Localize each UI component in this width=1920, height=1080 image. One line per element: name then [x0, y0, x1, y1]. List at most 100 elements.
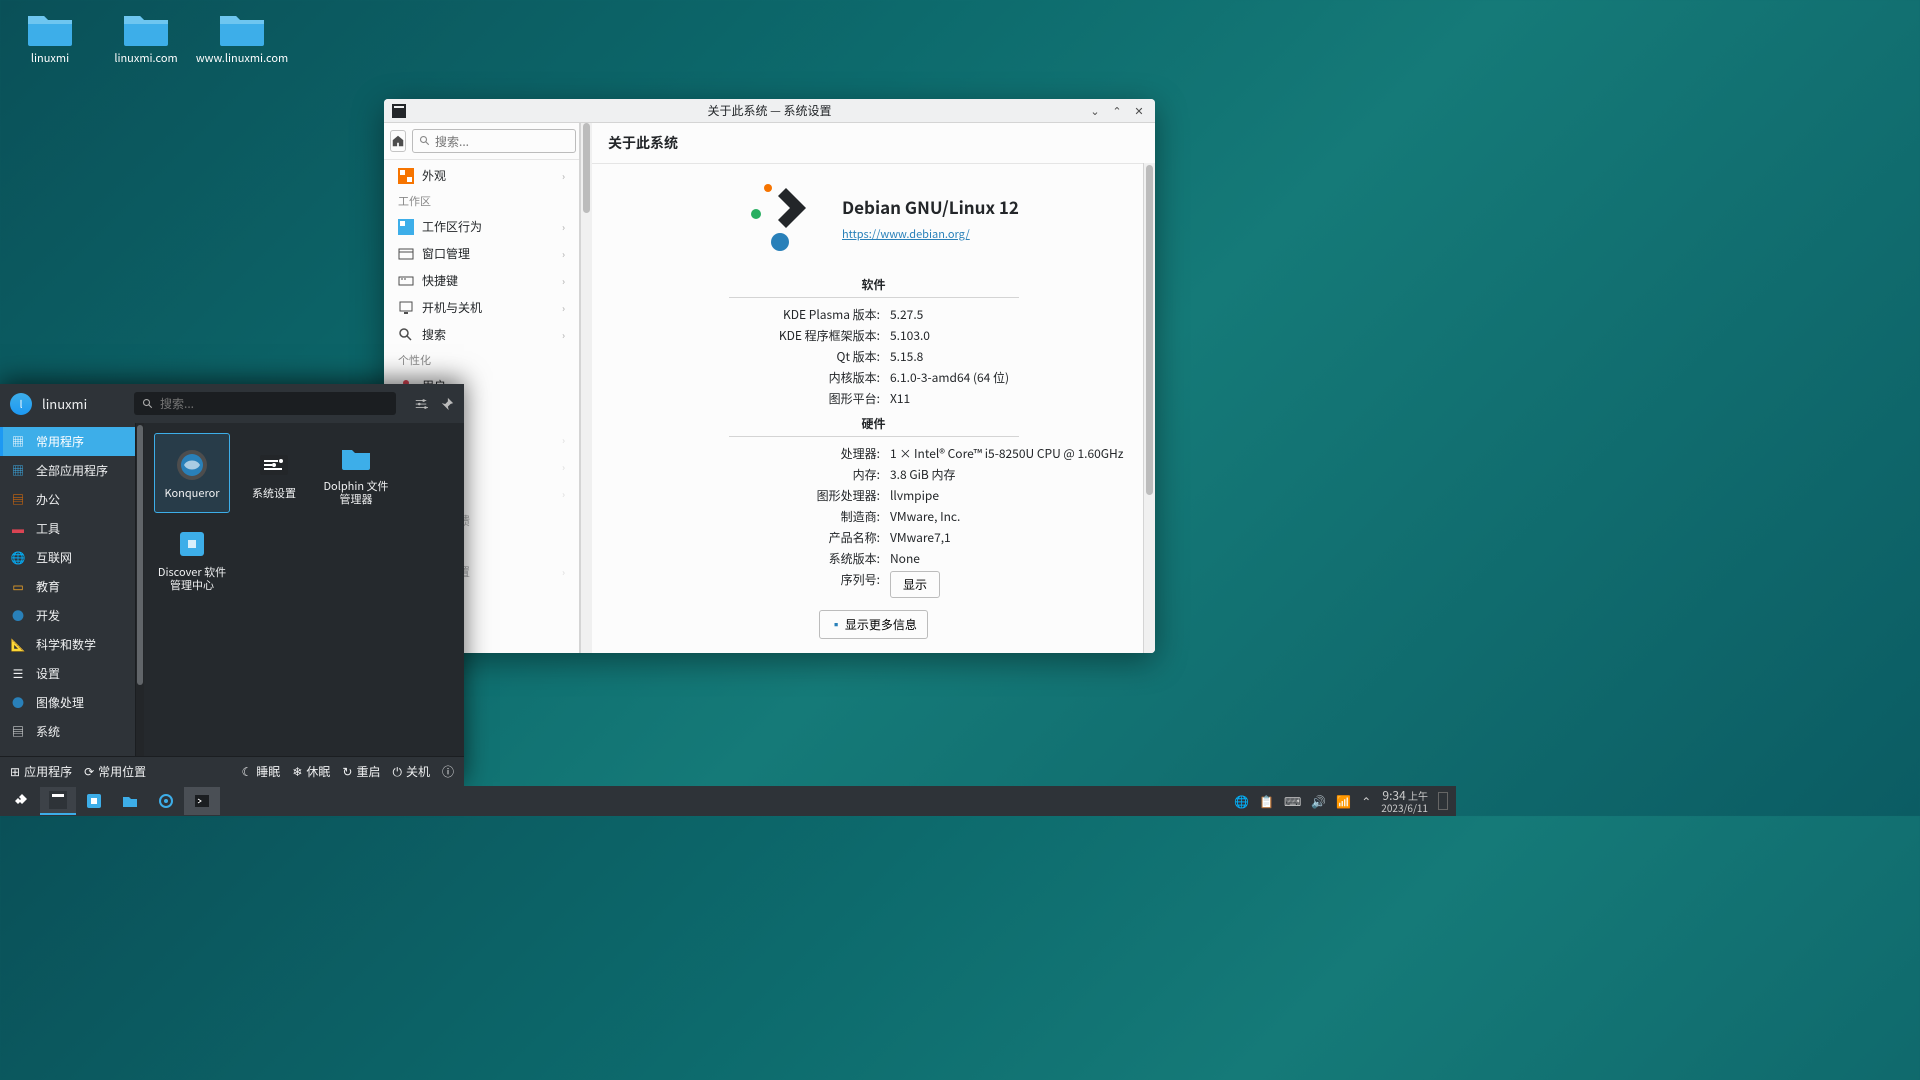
footer-restart[interactable]: ↻重启	[342, 763, 380, 780]
sidebar-label: 开机与关机	[422, 299, 482, 316]
footer-sleep[interactable]: ☾睡眠	[242, 763, 281, 780]
os-name: Debian GNU/Linux 12	[842, 194, 1019, 219]
maximize-button[interactable]: ⌃	[1109, 103, 1125, 119]
info-value: VMware, Inc.	[890, 508, 1127, 525]
sidebar-item-workspace-behavior[interactable]: 工作区行为›	[384, 213, 579, 240]
settings-icon[interactable]	[414, 397, 428, 411]
footer-label: 应用程序	[24, 763, 72, 780]
close-button[interactable]: ✕	[1131, 103, 1147, 119]
taskbar-clock[interactable]: 9:34 上午 2023/6/11	[1381, 789, 1428, 813]
tray-volume-icon[interactable]: 🔊	[1311, 793, 1326, 810]
category-internet[interactable]: 🌐互联网	[0, 543, 135, 572]
desktop-folder-www-linuxmi-com[interactable]: www.linuxmi.com	[204, 10, 280, 65]
search-icon	[398, 327, 414, 343]
sidebar-section: 工作区	[384, 189, 579, 213]
home-button[interactable]	[390, 130, 406, 152]
launcher-app-grid: Konqueror 系统设置 Dolphin 文件管理器 Discover 软件…	[144, 423, 464, 756]
app-dolphin[interactable]: Dolphin 文件管理器	[318, 433, 394, 513]
app-discover[interactable]: Discover 软件管理中心	[154, 519, 230, 599]
category-system[interactable]: ▤系统	[0, 717, 135, 746]
sidebar-item-startup-shutdown[interactable]: 开机与关机›	[384, 294, 579, 321]
task-dolphin[interactable]	[112, 787, 148, 815]
show-serial-button[interactable]: 显示	[890, 571, 940, 598]
category-label: 开发	[36, 607, 60, 624]
sidebar-scrollbar[interactable]	[580, 123, 592, 653]
category-education[interactable]: ▭教育	[0, 572, 135, 601]
user-avatar-icon[interactable]: l	[10, 393, 32, 415]
tray-up-arrow-icon[interactable]: ⌃	[1361, 793, 1371, 810]
science-icon: 📐	[10, 637, 26, 653]
sidebar-item-window-management[interactable]: 窗口管理›	[384, 240, 579, 267]
sidebar-item-appearance[interactable]: 外观›	[384, 162, 579, 189]
tray-peek-icon[interactable]	[1438, 792, 1448, 810]
category-label: 办公	[36, 491, 60, 508]
info-label: 图形处理器:	[620, 487, 890, 504]
app-system-settings[interactable]: 系统设置	[236, 433, 312, 513]
category-science[interactable]: 📐科学和数学	[0, 630, 135, 659]
sidebar-item-shortcuts[interactable]: 快捷键›	[384, 267, 579, 294]
info-label: 制造商:	[620, 508, 890, 525]
category-frequent[interactable]: ▦常用程序	[0, 427, 135, 456]
info-value: 5.15.8	[890, 348, 1127, 365]
task-discover[interactable]	[76, 787, 112, 815]
grid-icon: ▦	[10, 463, 26, 479]
divider	[729, 436, 1019, 437]
search-icon	[419, 135, 431, 147]
power-icon: ⏻	[392, 763, 402, 780]
info-value: 1 × Intel® Core™ i5-8250U CPU @ 1.60GHz	[890, 445, 1127, 462]
footer-apps[interactable]: ⊞应用程序	[10, 763, 72, 780]
category-settings[interactable]: ☰设置	[0, 659, 135, 688]
content-scrollbar[interactable]	[1143, 163, 1155, 653]
settings-search-input[interactable]	[435, 133, 569, 150]
footer-hibernate[interactable]: ❄休眠	[292, 763, 330, 780]
sidebar-label: 快捷键	[422, 272, 458, 289]
tools-icon: ▬	[10, 521, 26, 537]
category-all-apps[interactable]: ▦ 全部应用程序	[0, 456, 135, 485]
app-label: Discover 软件管理中心	[156, 566, 228, 591]
show-more-button[interactable]: ▪ 显示更多信息	[819, 610, 928, 639]
category-office[interactable]: ▤办公	[0, 485, 135, 514]
window-title: 关于此系统 — 系统设置	[707, 102, 831, 119]
task-terminal[interactable]	[184, 787, 220, 815]
minimize-button[interactable]: ⌄	[1087, 103, 1103, 119]
desktop-icon-label: www.linuxmi.com	[196, 52, 288, 65]
settings-search-box[interactable]	[412, 129, 576, 153]
task-settings[interactable]	[148, 787, 184, 815]
category-development[interactable]: ●开发	[0, 601, 135, 630]
category-tools[interactable]: ▬工具	[0, 514, 135, 543]
footer-places[interactable]: ⟳常用位置	[84, 763, 146, 780]
footer-shutdown[interactable]: ⏻关机	[392, 763, 430, 780]
footer-info[interactable]: ⓘ	[442, 763, 454, 780]
desktop-icons: linuxmi linuxmi.com www.linuxmi.com	[12, 10, 280, 65]
hardware-section-title: 硬件	[620, 415, 1127, 432]
tray-clipboard-icon[interactable]: 📋	[1259, 793, 1274, 810]
system-tray: 🌐 📋 ⌨ 🔊 📶 ⌃ 9:34 上午 2023/6/11	[1234, 789, 1452, 813]
app-label: Dolphin 文件管理器	[320, 480, 392, 505]
sidebar-item-search[interactable]: 搜索›	[384, 321, 579, 348]
start-button[interactable]	[4, 787, 40, 815]
tray-globe-icon[interactable]: 🌐	[1234, 793, 1249, 810]
button-label: 显示更多信息	[845, 616, 917, 633]
launcher-search[interactable]	[134, 392, 396, 415]
pin-icon[interactable]	[440, 397, 454, 411]
window-titlebar[interactable]: 关于此系统 — 系统设置 ⌄ ⌃ ✕	[384, 99, 1155, 123]
category-label: 全部应用程序	[36, 462, 108, 479]
category-graphics[interactable]: ●图像处理	[0, 688, 135, 717]
tray-keyboard-icon[interactable]: ⌨	[1284, 793, 1301, 810]
info-label: 序列号:	[620, 571, 890, 598]
info-value: VMware7,1	[890, 529, 1127, 546]
category-label: 系统	[36, 723, 60, 740]
tray-network-icon[interactable]: 📶	[1336, 793, 1351, 810]
desktop-folder-linuxmi-com[interactable]: linuxmi.com	[108, 10, 184, 65]
task-launcher[interactable]	[40, 787, 76, 815]
os-link[interactable]: https://www.debian.org/	[842, 226, 970, 242]
monitor-icon	[398, 300, 414, 316]
footer-label: 重启	[356, 763, 380, 780]
clock-date: 2023/6/11	[1381, 802, 1428, 813]
app-konqueror[interactable]: Konqueror	[154, 433, 230, 513]
info-label: Qt 版本:	[620, 348, 890, 365]
launcher-search-input[interactable]	[160, 395, 388, 412]
info-label: 系统版本:	[620, 550, 890, 567]
launcher-scrollbar[interactable]	[136, 423, 144, 756]
desktop-folder-linuxmi[interactable]: linuxmi	[12, 10, 88, 65]
